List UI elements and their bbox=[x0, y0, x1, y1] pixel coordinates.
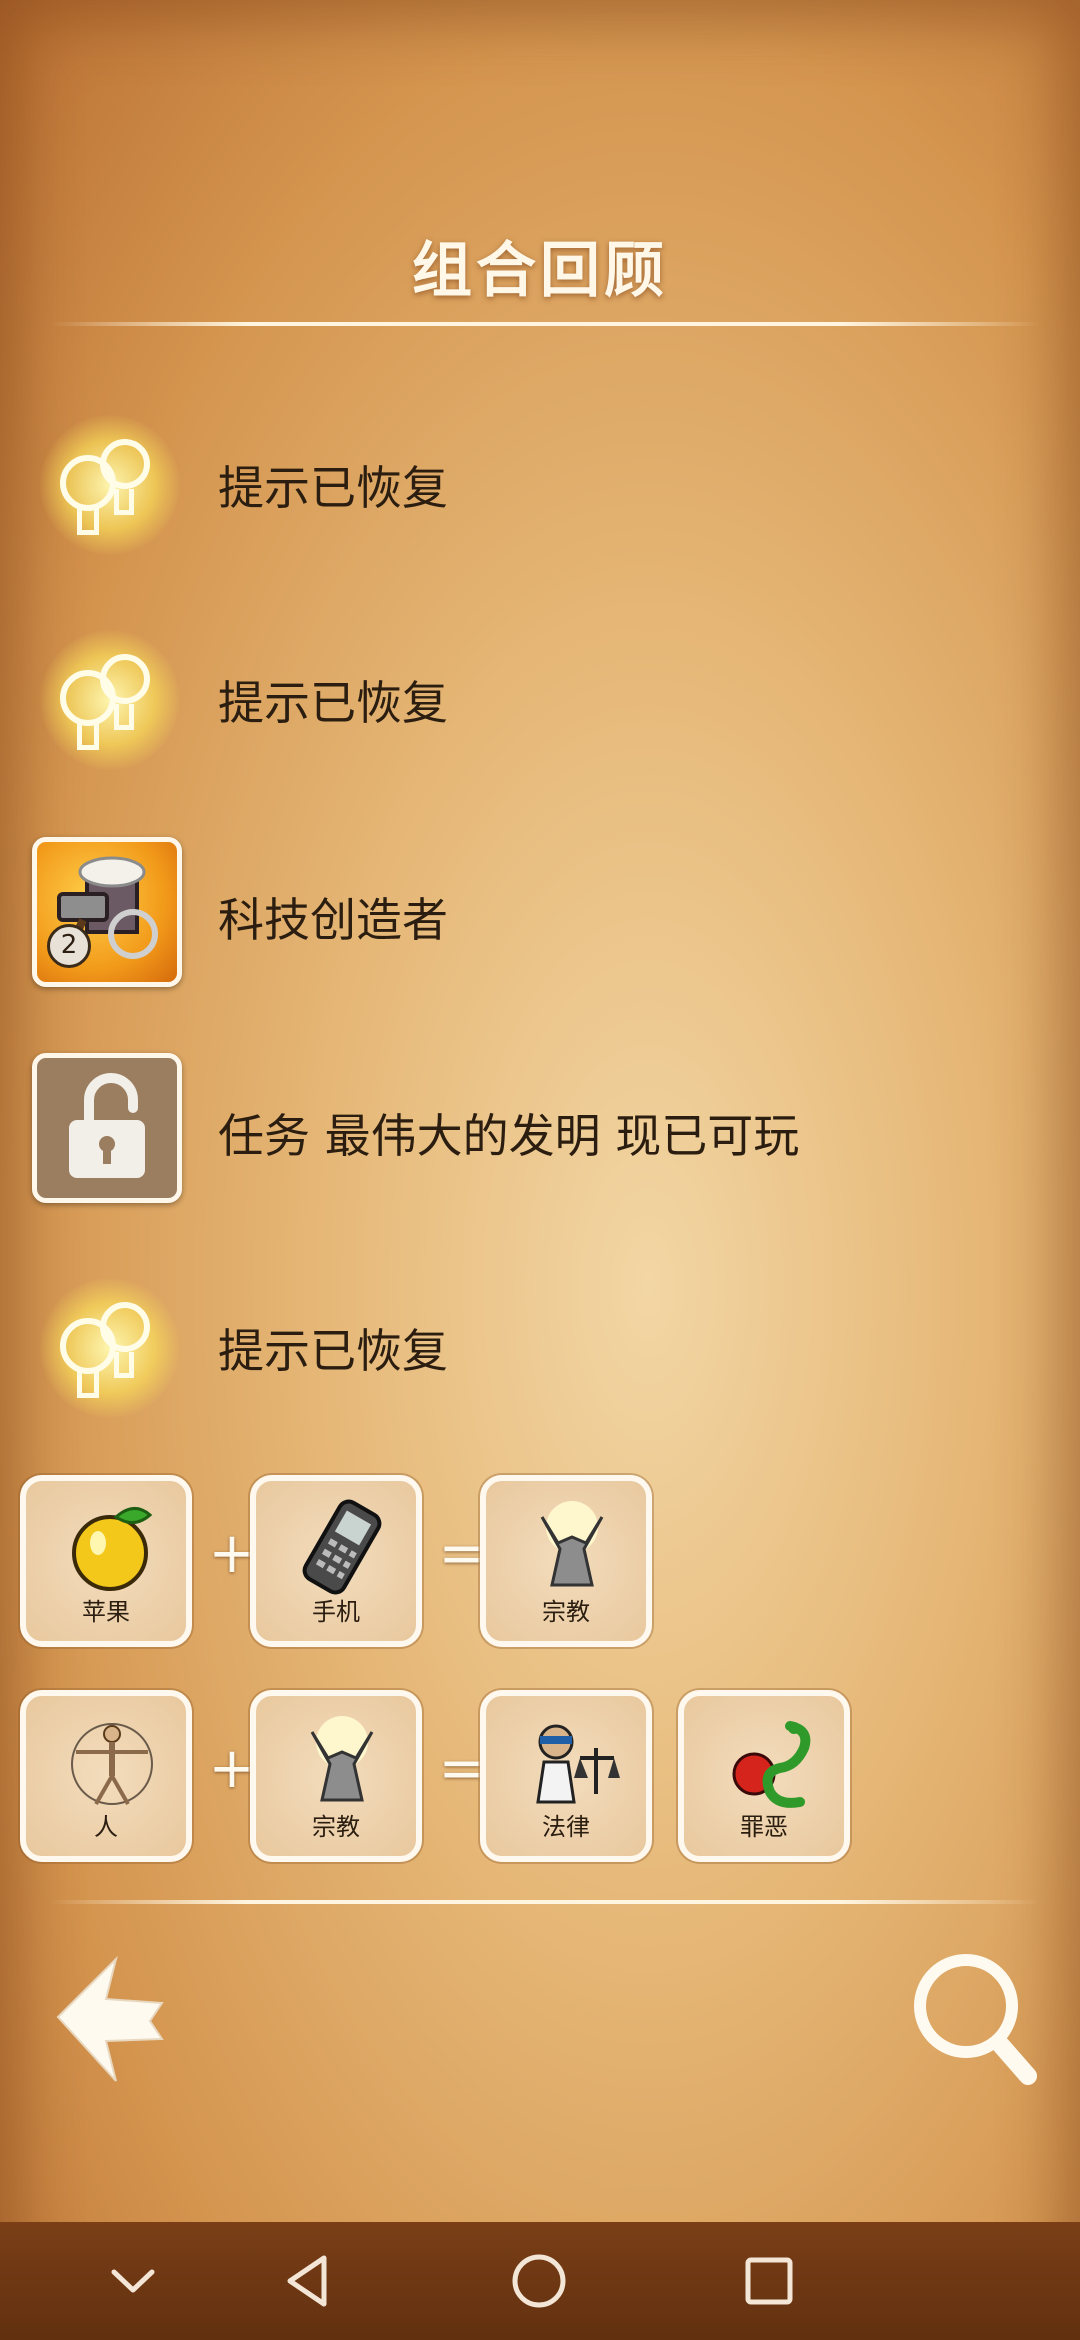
hint-bulb-icon bbox=[30, 405, 190, 565]
page-title: 组合回顾 bbox=[412, 236, 668, 306]
nav-home-circle-icon[interactable] bbox=[506, 2248, 572, 2314]
history-entry-achievement: 2 科技创造者 bbox=[30, 837, 1050, 997]
unlock-padlock-icon bbox=[30, 1053, 190, 1213]
combination-row-1: 苹果 + 手机 = 宗教 bbox=[18, 1475, 1058, 1655]
entry-label: 任务 最伟大的发明 现已可玩 bbox=[218, 1109, 800, 1163]
magnifier-icon bbox=[914, 1954, 1037, 2085]
element-card-apple[interactable]: 苹果 bbox=[20, 1475, 192, 1647]
nav-back-triangle-icon[interactable] bbox=[276, 2248, 342, 2314]
history-entry-quest-unlocked: 任务 最伟大的发明 现已可玩 bbox=[30, 1053, 1050, 1213]
card-label: 苹果 bbox=[82, 1598, 130, 1626]
achievement-level-badge: 2 bbox=[47, 924, 91, 968]
law-justice-scales-icon bbox=[536, 1724, 620, 1804]
nav-recents-square-icon[interactable] bbox=[736, 2248, 802, 2314]
hint-bulb-icon bbox=[30, 1268, 190, 1428]
bottom-divider bbox=[50, 1900, 1040, 1904]
element-card-sin[interactable]: 罪恶 bbox=[678, 1690, 850, 1862]
entry-label: 提示已恢复 bbox=[218, 461, 448, 515]
history-entry-hint-restored-3: 提示已恢复 bbox=[30, 1268, 1050, 1428]
history-entry-hint-restored-1: 提示已恢复 bbox=[30, 405, 1050, 565]
element-card-human[interactable]: 人 bbox=[20, 1690, 192, 1862]
entry-label: 提示已恢复 bbox=[218, 676, 448, 730]
card-label: 法律 bbox=[542, 1813, 590, 1841]
hint-bulb-icon bbox=[30, 620, 190, 780]
human-icon bbox=[71, 1723, 153, 1805]
combination-row-2: 人 + 宗教 = 法律 罪恶 bbox=[18, 1690, 1058, 1870]
search-button[interactable] bbox=[910, 1950, 1040, 2090]
element-card-religion[interactable]: 宗教 bbox=[250, 1690, 422, 1862]
tech-creator-achievement-icon: 2 bbox=[30, 837, 190, 997]
element-card-religion[interactable]: 宗教 bbox=[480, 1475, 652, 1647]
religion-icon bbox=[540, 1501, 604, 1587]
entry-label: 科技创造者 bbox=[218, 893, 448, 947]
card-label: 人 bbox=[94, 1813, 118, 1841]
mobile-phone-icon bbox=[302, 1499, 382, 1595]
card-label: 宗教 bbox=[542, 1598, 590, 1626]
chevron-down-icon[interactable] bbox=[100, 2248, 166, 2314]
card-label: 手机 bbox=[312, 1598, 360, 1626]
history-entry-hint-restored-2: 提示已恢复 bbox=[30, 620, 1050, 780]
card-label: 宗教 bbox=[312, 1813, 360, 1841]
religion-icon bbox=[310, 1716, 374, 1802]
card-label: 罪恶 bbox=[740, 1813, 788, 1841]
sin-snake-apple-icon bbox=[732, 1721, 811, 1808]
back-arrow-icon bbox=[56, 1955, 164, 2082]
top-divider bbox=[50, 322, 1040, 326]
system-navigation-bar bbox=[0, 2222, 1080, 2340]
entry-label: 提示已恢复 bbox=[218, 1324, 448, 1378]
element-card-phone[interactable]: 手机 bbox=[250, 1475, 422, 1647]
element-card-law[interactable]: 法律 bbox=[480, 1690, 652, 1862]
apple-icon bbox=[72, 1507, 153, 1591]
back-arrow-button[interactable] bbox=[50, 1955, 170, 2085]
